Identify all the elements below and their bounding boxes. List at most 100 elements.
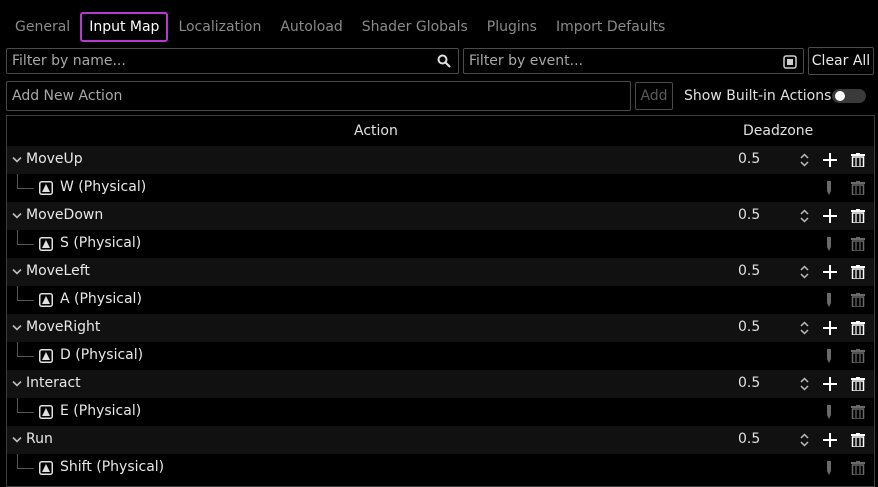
event-label: S (Physical)	[60, 235, 142, 251]
tab-shader-globals[interactable]: Shader Globals	[353, 12, 477, 42]
spin-arrows-icon[interactable]	[800, 433, 809, 447]
filter-by-name-input[interactable]: Filter by name...	[6, 48, 459, 74]
spin-arrows-icon[interactable]	[800, 153, 809, 167]
deadzone-value[interactable]: 0.5	[738, 151, 760, 167]
action-row[interactable]: MoveDown 0.5	[7, 202, 874, 230]
keyboard-icon[interactable]	[783, 55, 797, 69]
action-row[interactable]: Interact 0.5	[7, 370, 874, 398]
add-action-button[interactable]: Add	[635, 82, 673, 110]
input-action-tree: Action Deadzone MoveUp 0.5 W (Physical) …	[6, 115, 875, 487]
tree-guide	[17, 230, 18, 245]
chevron-down-icon[interactable]	[12, 324, 22, 332]
trash-icon[interactable]	[851, 377, 865, 391]
tree-guide	[17, 454, 18, 469]
pencil-icon[interactable]	[826, 405, 832, 419]
tree-guide	[17, 244, 34, 245]
trash-icon[interactable]	[851, 321, 865, 335]
chevron-down-icon[interactable]	[12, 436, 22, 444]
key-event-icon	[39, 405, 53, 419]
event-row[interactable]: S (Physical)	[7, 230, 874, 258]
spin-arrows-icon[interactable]	[800, 377, 809, 391]
filter-by-event-input[interactable]: Filter by event...	[463, 48, 804, 74]
tab-general[interactable]: General	[6, 12, 79, 42]
event-row[interactable]: W (Physical)	[7, 174, 874, 202]
deadzone-column-header: Deadzone	[743, 123, 814, 139]
deadzone-value[interactable]: 0.5	[738, 431, 760, 447]
deadzone-value[interactable]: 0.5	[738, 375, 760, 391]
chevron-down-icon[interactable]	[12, 380, 22, 388]
event-label: D (Physical)	[60, 347, 144, 363]
pencil-icon[interactable]	[826, 461, 832, 475]
plus-icon[interactable]	[823, 153, 837, 167]
action-row[interactable]: MoveUp 0.5	[7, 146, 874, 174]
plus-icon[interactable]	[823, 265, 837, 279]
trash-icon[interactable]	[851, 265, 865, 279]
trash-icon[interactable]	[851, 209, 865, 223]
tab-localization[interactable]: Localization	[169, 12, 270, 42]
key-event-icon	[39, 237, 53, 251]
event-row[interactable]: Shift (Physical)	[7, 454, 874, 482]
spin-arrows-icon[interactable]	[800, 321, 809, 335]
plus-icon[interactable]	[823, 321, 837, 335]
action-name: Interact	[26, 375, 81, 391]
pencil-icon[interactable]	[826, 293, 832, 307]
filter-by-event-placeholder: Filter by event...	[469, 53, 583, 69]
plus-icon[interactable]	[823, 433, 837, 447]
key-event-icon	[39, 181, 53, 195]
add-new-action-placeholder: Add New Action	[12, 88, 123, 104]
spin-arrows-icon[interactable]	[800, 209, 809, 223]
chevron-down-icon[interactable]	[12, 268, 22, 276]
trash-icon[interactable]	[851, 153, 865, 167]
key-event-icon	[39, 349, 53, 363]
tree-guide	[17, 300, 34, 301]
tab-bar: General Input Map Localization Autoload …	[6, 12, 675, 42]
pencil-icon[interactable]	[826, 181, 832, 195]
add-new-action-input[interactable]: Add New Action	[6, 81, 631, 111]
trash-icon[interactable]	[851, 433, 865, 447]
trash-icon[interactable]	[851, 405, 865, 419]
trash-icon[interactable]	[851, 181, 865, 195]
chevron-down-icon[interactable]	[12, 156, 22, 164]
tab-import-defaults[interactable]: Import Defaults	[547, 12, 674, 42]
tab-autoload[interactable]: Autoload	[271, 12, 351, 42]
spin-arrows-icon[interactable]	[800, 265, 809, 279]
event-row[interactable]: E (Physical)	[7, 398, 874, 426]
toggle-knob	[835, 91, 845, 101]
chevron-down-icon[interactable]	[12, 212, 22, 220]
action-row[interactable]: MoveLeft 0.5	[7, 258, 874, 286]
plus-icon[interactable]	[823, 209, 837, 223]
deadzone-value[interactable]: 0.5	[738, 319, 760, 335]
show-builtin-actions-toggle[interactable]	[832, 89, 866, 103]
tree-guide	[17, 342, 18, 357]
action-row[interactable]: Run 0.5	[7, 426, 874, 454]
trash-icon[interactable]	[851, 461, 865, 475]
deadzone-value[interactable]: 0.5	[738, 207, 760, 223]
event-label: E (Physical)	[60, 403, 142, 419]
action-name: MoveDown	[26, 207, 104, 223]
action-column-header: Action	[354, 123, 398, 139]
key-event-icon	[39, 461, 53, 475]
show-builtin-actions-label: Show Built-in Actions	[684, 88, 832, 104]
event-label: A (Physical)	[60, 291, 142, 307]
trash-icon[interactable]	[851, 293, 865, 307]
event-row[interactable]: D (Physical)	[7, 342, 874, 370]
tree-header: Action Deadzone	[7, 116, 874, 146]
tree-guide	[17, 356, 34, 357]
action-name: MoveUp	[26, 151, 83, 167]
tree-guide	[17, 412, 34, 413]
event-label: Shift (Physical)	[60, 459, 165, 475]
tab-plugins[interactable]: Plugins	[478, 12, 546, 42]
pencil-icon[interactable]	[826, 349, 832, 363]
deadzone-value[interactable]: 0.5	[738, 263, 760, 279]
search-icon	[437, 54, 451, 68]
pencil-icon[interactable]	[826, 237, 832, 251]
event-row[interactable]: A (Physical)	[7, 286, 874, 314]
clear-all-button[interactable]: Clear All	[808, 47, 874, 75]
action-row[interactable]: MoveRight 0.5	[7, 314, 874, 342]
plus-icon[interactable]	[823, 377, 837, 391]
trash-icon[interactable]	[851, 237, 865, 251]
tab-input-map[interactable]: Input Map	[80, 12, 169, 42]
tree-guide	[17, 174, 18, 189]
trash-icon[interactable]	[851, 349, 865, 363]
action-name: Run	[26, 431, 53, 447]
